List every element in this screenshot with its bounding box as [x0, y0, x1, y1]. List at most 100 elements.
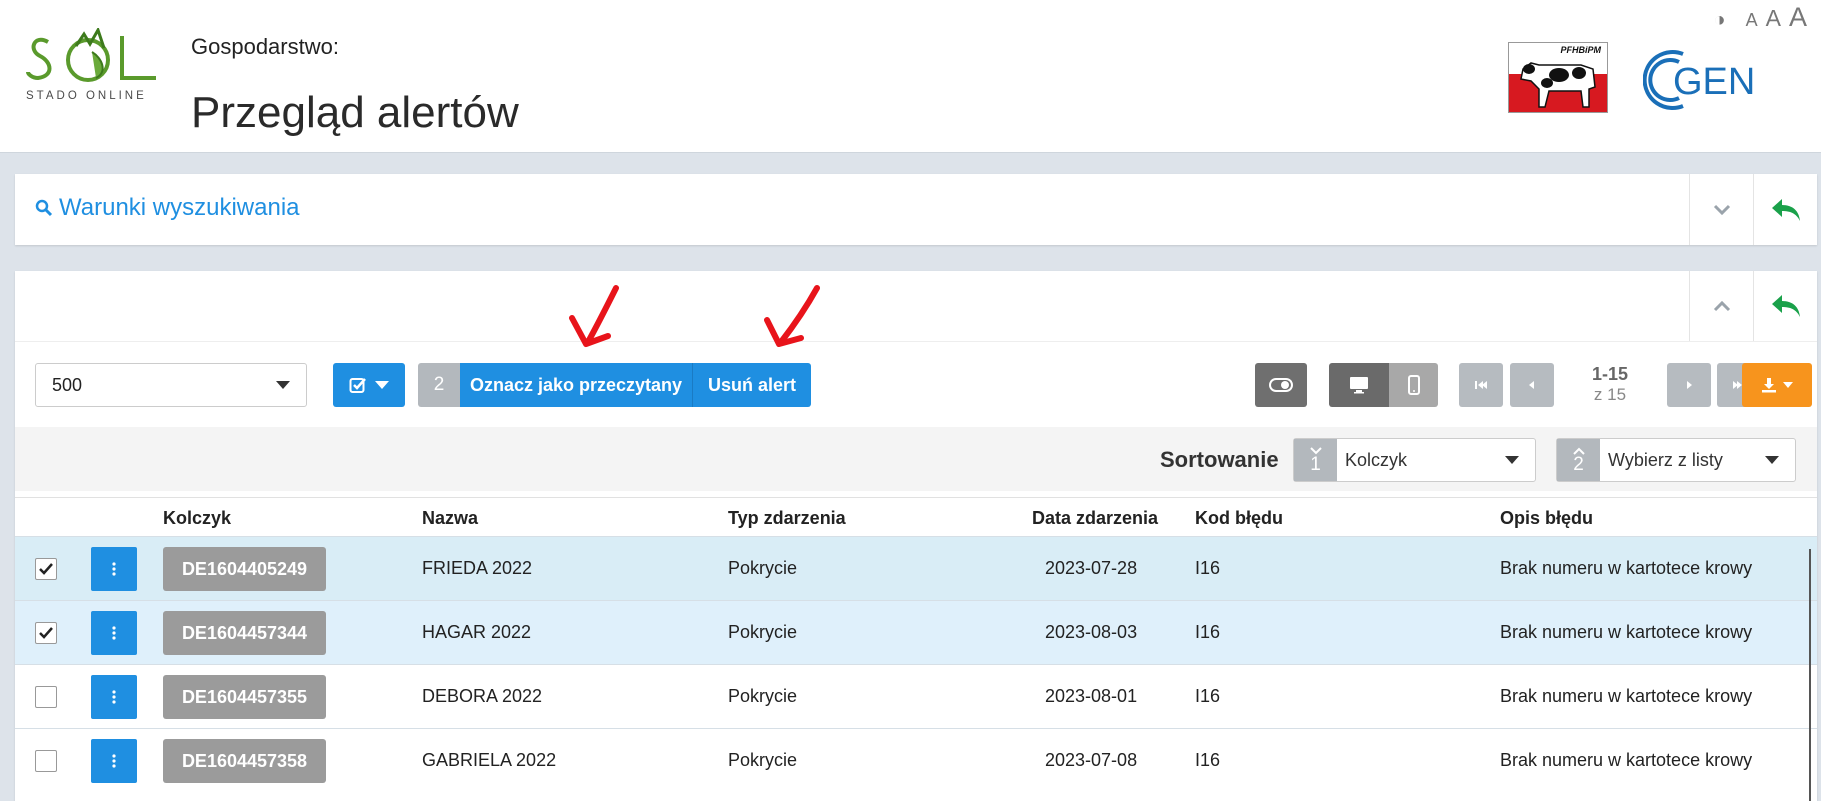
toggle-icon	[1269, 378, 1293, 392]
view-toggle-button[interactable]	[1255, 363, 1307, 407]
pfhbipm-logo: PFHBiPM	[1508, 42, 1608, 113]
caret-down-icon	[375, 381, 389, 389]
farm-label: Gospodarstwo:	[191, 34, 339, 59]
sorting-label: Sortowanie	[1160, 447, 1279, 472]
row-actions-button[interactable]	[91, 739, 137, 783]
caret-down-icon	[276, 381, 290, 389]
desktop-view-button[interactable]	[1329, 363, 1389, 407]
row-error-code: I16	[1195, 558, 1221, 578]
search-conditions-panel: Warunki wyszukiwania	[15, 174, 1817, 245]
row-checkbox[interactable]	[35, 622, 57, 644]
table-toolbar: 500 2 Oznacz jako przeczytany Usuń alert	[15, 285, 1817, 427]
sort-secondary-value: Wybierz z listy	[1608, 449, 1723, 470]
mark-as-read-button[interactable]: Oznacz jako przeczytany	[460, 363, 693, 407]
row-actions-button[interactable]	[91, 675, 137, 719]
row-tag-badge[interactable]: DE1604457344	[163, 611, 326, 655]
sort-secondary-number: 2	[1573, 453, 1584, 475]
sort-secondary-select[interactable]: 2 Wybierz z listy	[1556, 438, 1796, 482]
prev-page-button[interactable]	[1510, 363, 1554, 407]
row-tag-badge[interactable]: DE1604405249	[163, 547, 326, 591]
reply-arrow-icon	[1771, 295, 1800, 317]
scrollbar[interactable]	[1809, 549, 1811, 801]
cow-icon	[1520, 62, 1596, 108]
row-name: HAGAR 2022	[422, 622, 532, 642]
cgen-logo-text: GEN	[1673, 61, 1753, 103]
back-button-2[interactable]	[1753, 271, 1817, 341]
column-header-error-desc[interactable]: Opis błędu	[1500, 508, 1593, 529]
table-row[interactable]: DE1604457358 GABRIELA 2022 Pokrycie 2023…	[15, 728, 1817, 792]
row-actions-button[interactable]	[91, 547, 137, 591]
row-error-desc: Brak numeru w kartotece krowy	[1500, 750, 1753, 770]
column-header-tag[interactable]: Kolczyk	[163, 508, 231, 529]
row-event-date: 2023-07-08	[1045, 750, 1138, 770]
row-event-type: Pokrycie	[728, 750, 798, 770]
sorting-bar: Sortowanie 1 Kolczyk 2 Wybierz z listy	[15, 427, 1817, 491]
first-page-icon	[1475, 381, 1487, 389]
contrast-icon[interactable]: ◑	[1714, 9, 1726, 32]
sort-primary-value: Kolczyk	[1345, 449, 1408, 470]
column-header-event-date[interactable]: Data zdarzenia	[1032, 508, 1158, 529]
row-event-type: Pokrycie	[728, 622, 798, 642]
row-actions-button[interactable]	[91, 611, 137, 655]
sort-primary-number: 1	[1310, 453, 1321, 475]
select-all-dropdown[interactable]	[333, 363, 405, 407]
page-size-select[interactable]: 500	[35, 363, 307, 407]
column-header-event-type[interactable]: Typ zdarzenia	[728, 508, 846, 529]
row-checkbox[interactable]	[35, 686, 57, 708]
expand-search-button[interactable]	[1689, 174, 1753, 245]
font-size-large[interactable]: A	[1789, 2, 1807, 33]
delete-alert-button[interactable]: Usuń alert	[693, 363, 811, 407]
caret-down-icon	[1783, 382, 1793, 388]
row-name: GABRIELA 2022	[422, 750, 557, 770]
sol-logo: STADO ONLINE	[26, 26, 162, 118]
sort-desc-indicator[interactable]: 1	[1294, 439, 1337, 481]
checkmark-icon	[39, 563, 53, 575]
row-checkbox[interactable]	[35, 750, 57, 772]
row-tag-badge[interactable]: DE1604457355	[163, 675, 326, 719]
table-row[interactable]: DE1604457355 DEBORA 2022 Pokrycie 2023-0…	[15, 664, 1817, 728]
chevron-up-icon	[1713, 300, 1730, 312]
sol-logo-graphic	[26, 26, 156, 82]
pager-info: 1-15 z 15	[1560, 363, 1660, 403]
column-header-error-code[interactable]: Kod błędu	[1195, 508, 1283, 529]
chevron-down-icon	[1713, 204, 1730, 215]
back-button[interactable]	[1753, 174, 1817, 245]
next-page-button[interactable]	[1667, 363, 1711, 407]
column-header-name[interactable]: Nazwa	[422, 508, 478, 529]
kebab-menu-icon	[112, 754, 116, 768]
kebab-menu-icon	[112, 690, 116, 704]
table-body: DE1604405249 FRIEDA 2022 Pokrycie 2023-0…	[15, 536, 1817, 792]
table-row[interactable]: DE1604457344 HAGAR 2022 Pokrycie 2023-08…	[15, 600, 1817, 664]
mobile-view-button[interactable]	[1389, 363, 1438, 407]
row-error-desc: Brak numeru w kartotece krowy	[1500, 686, 1753, 706]
row-event-type: Pokrycie	[728, 686, 798, 706]
row-error-code: I16	[1195, 750, 1221, 770]
row-error-desc: Brak numeru w kartotece krowy	[1500, 622, 1753, 642]
caret-down-icon	[1505, 456, 1519, 464]
search-conditions-label: Warunki wyszukiwania	[59, 194, 300, 221]
search-icon	[35, 199, 53, 217]
row-event-date: 2023-08-01	[1045, 686, 1138, 706]
row-error-desc: Brak numeru w kartotece krowy	[1500, 558, 1753, 578]
row-event-date: 2023-07-28	[1045, 558, 1138, 578]
sort-primary-select[interactable]: 1 Kolczyk	[1293, 438, 1536, 482]
font-size-small[interactable]: A	[1746, 10, 1758, 31]
font-size-medium[interactable]: A	[1766, 5, 1781, 32]
search-conditions-toggle[interactable]: Warunki wyszukiwania	[35, 194, 300, 222]
collapse-panel-button[interactable]	[1689, 271, 1753, 341]
row-name: DEBORA 2022	[422, 686, 543, 706]
checkmark-icon	[39, 627, 53, 639]
row-checkbox[interactable]	[35, 558, 57, 580]
prev-page-icon	[1529, 381, 1534, 389]
pager-range: 1-15	[1591, 364, 1629, 384]
sort-asc-indicator[interactable]: 2	[1557, 439, 1600, 481]
table-row[interactable]: DE1604405249 FRIEDA 2022 Pokrycie 2023-0…	[15, 536, 1817, 600]
first-page-button[interactable]	[1459, 363, 1503, 407]
selected-count-badge: 2	[418, 363, 460, 407]
row-error-code: I16	[1195, 686, 1221, 706]
row-name: FRIEDA 2022	[422, 558, 533, 578]
page-size-value: 500	[52, 374, 83, 395]
export-dropdown-button[interactable]	[1742, 363, 1812, 407]
kebab-menu-icon	[112, 626, 116, 640]
row-tag-badge[interactable]: DE1604457358	[163, 739, 326, 783]
